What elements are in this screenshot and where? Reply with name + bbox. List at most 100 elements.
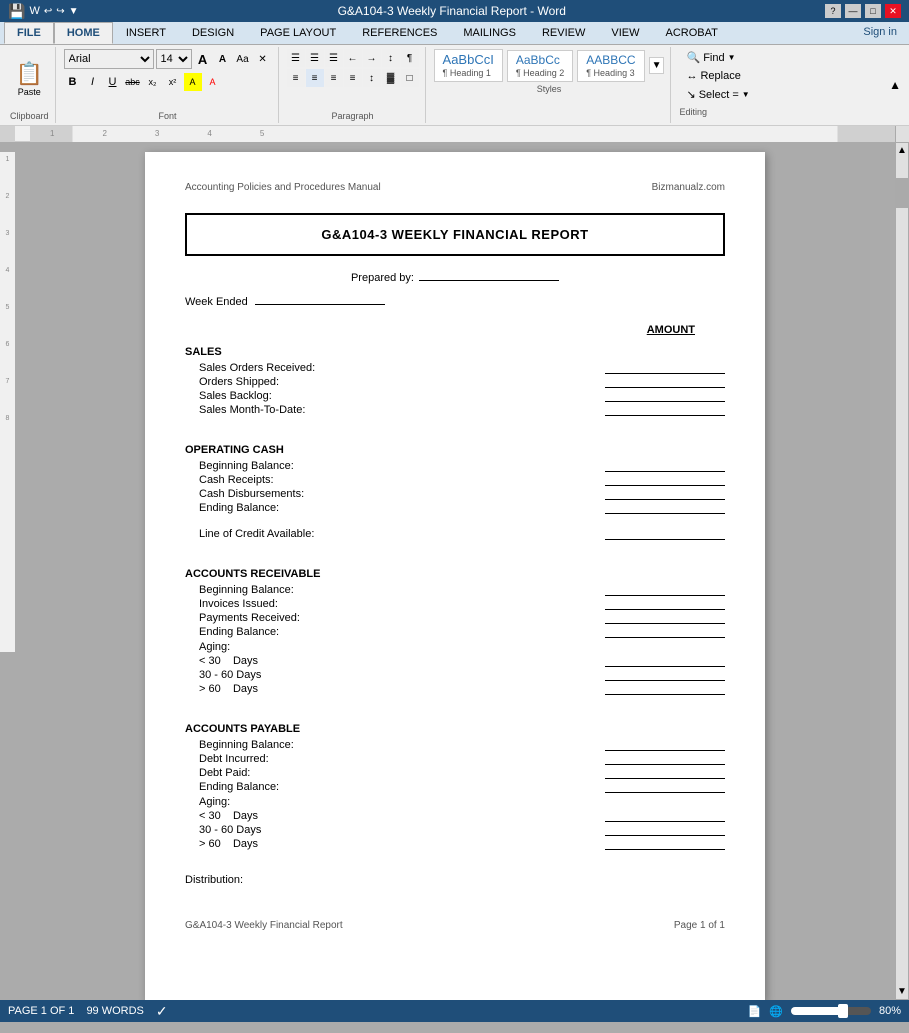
zoom-bar[interactable]: [791, 1007, 871, 1015]
ap-value-4[interactable]: [605, 781, 725, 793]
minimize-button[interactable]: —: [845, 4, 861, 18]
document-page[interactable]: Accounting Policies and Procedures Manua…: [145, 152, 765, 1000]
increase-indent-button[interactable]: →: [363, 49, 381, 67]
ar-aging-value-2[interactable]: [605, 669, 725, 681]
ap-value-2[interactable]: [605, 753, 725, 765]
borders-button[interactable]: □: [401, 69, 419, 87]
prepared-by-field[interactable]: [419, 280, 559, 281]
distribution-line: Distribution:: [185, 874, 725, 886]
find-button[interactable]: 🔍 Find ▼: [679, 49, 756, 66]
styles-expand-button[interactable]: ▼: [649, 57, 665, 74]
sales-value-2[interactable]: [605, 376, 725, 388]
align-center-button[interactable]: ≡: [306, 69, 324, 87]
help-button[interactable]: ?: [825, 4, 841, 18]
window-controls[interactable]: ? — □ ✕: [825, 4, 901, 18]
ar-value-3[interactable]: [605, 612, 725, 624]
numbering-button[interactable]: ☰: [306, 49, 324, 67]
ap-aging-value-2[interactable]: [605, 824, 725, 836]
align-right-button[interactable]: ≡: [325, 69, 343, 87]
ar-aging-label: Aging:: [185, 641, 725, 653]
week-ended-field[interactable]: [255, 304, 385, 305]
decrease-indent-button[interactable]: ←: [344, 49, 362, 67]
underline-button[interactable]: U: [104, 73, 122, 91]
tab-references[interactable]: REFERENCES: [349, 22, 450, 44]
bold-button[interactable]: B: [64, 73, 82, 91]
ar-value-2[interactable]: [605, 598, 725, 610]
subscript-button[interactable]: x₂: [144, 73, 162, 91]
sales-value-1[interactable]: [605, 362, 725, 374]
strikethrough-button[interactable]: abc: [124, 73, 142, 91]
ar-title: ACCOUNTS RECEIVABLE: [185, 568, 725, 580]
bullets-button[interactable]: ☰: [287, 49, 305, 67]
oc-item-1: Beginning Balance:: [185, 460, 725, 472]
tab-mailings[interactable]: MAILINGS: [450, 22, 529, 44]
sales-value-4[interactable]: [605, 404, 725, 416]
font-color-button[interactable]: A: [204, 73, 222, 91]
oc-value-3[interactable]: [605, 488, 725, 500]
oc-value-4[interactable]: [605, 502, 725, 514]
ap-aging-value-1[interactable]: [605, 810, 725, 822]
line-spacing-button[interactable]: ↕: [363, 69, 381, 87]
font-size-select[interactable]: 14: [156, 49, 192, 69]
sales-value-3[interactable]: [605, 390, 725, 402]
change-case-button[interactable]: Aa: [234, 50, 252, 68]
paste-button[interactable]: 📋 Paste: [11, 58, 48, 100]
tab-design[interactable]: DESIGN: [179, 22, 247, 44]
ar-value-4[interactable]: [605, 626, 725, 638]
select-button[interactable]: ↘ Select = ▼: [679, 86, 756, 103]
oc-value-1[interactable]: [605, 460, 725, 472]
ar-aging-value-3[interactable]: [605, 683, 725, 695]
sign-in-link[interactable]: Sign in: [855, 22, 905, 44]
ap-value-3[interactable]: [605, 767, 725, 779]
paragraph-group: ☰ ☰ ☰ ← → ↕ ¶ ≡ ≡ ≡ ≡ ↕ ▓ □ Pa: [281, 47, 426, 123]
italic-button[interactable]: I: [84, 73, 102, 91]
justify-button[interactable]: ≡: [344, 69, 362, 87]
ar-aging-value-1[interactable]: [605, 655, 725, 667]
scroll-down-button[interactable]: ▼: [895, 984, 909, 999]
zoom-thumb[interactable]: [838, 1004, 848, 1018]
sort-button[interactable]: ↕: [382, 49, 400, 67]
ap-value-1[interactable]: [605, 739, 725, 751]
replace-button[interactable]: ↔ Replace: [679, 68, 756, 84]
clipboard-group: 📋 Paste Clipboard: [4, 47, 56, 123]
tab-page-layout[interactable]: PAGE LAYOUT: [247, 22, 349, 44]
tab-file[interactable]: FILE: [4, 22, 54, 44]
ribbon-collapse-button[interactable]: ▲: [885, 47, 905, 123]
multilevel-button[interactable]: ☰: [325, 49, 343, 67]
scroll-up-button[interactable]: ▲: [895, 143, 909, 158]
tab-home[interactable]: HOME: [54, 22, 113, 44]
style-heading1[interactable]: AaBbCcI ¶ Heading 1: [434, 49, 503, 82]
font-shrink-button[interactable]: A: [214, 50, 232, 68]
doc-footer-right: Page 1 of 1: [674, 920, 725, 931]
view-print-icon[interactable]: 📄: [748, 1005, 762, 1018]
close-button[interactable]: ✕: [885, 4, 901, 18]
distribution-label: Distribution:: [185, 874, 243, 886]
style-heading3[interactable]: AABBCC ¶ Heading 3: [577, 50, 644, 82]
oc-value-2[interactable]: [605, 474, 725, 486]
ar-value-1[interactable]: [605, 584, 725, 596]
editing-group: 🔍 Find ▼ ↔ Replace ↘ Select = ▼ Editing: [673, 47, 762, 123]
vertical-scrollbar[interactable]: ▲ ▼: [895, 142, 909, 1000]
font-grow-button[interactable]: A: [194, 50, 212, 68]
tab-review[interactable]: REVIEW: [529, 22, 598, 44]
tab-view[interactable]: VIEW: [598, 22, 652, 44]
show-marks-button[interactable]: ¶: [401, 49, 419, 67]
align-left-button[interactable]: ≡: [287, 69, 305, 87]
tab-insert[interactable]: INSERT: [113, 22, 179, 44]
shading-button[interactable]: ▓: [382, 69, 400, 87]
view-web-icon[interactable]: 🌐: [769, 1005, 783, 1018]
font-family-select[interactable]: Arial: [64, 49, 154, 69]
ap-aging-value-3[interactable]: [605, 838, 725, 850]
style-heading2[interactable]: AaBbCc ¶ Heading 2: [507, 50, 573, 82]
spelling-icon[interactable]: ✓: [156, 1003, 168, 1020]
sales-label-3: Sales Backlog:: [199, 390, 272, 402]
scroll-thumb[interactable]: [896, 178, 908, 208]
text-highlight-button[interactable]: A: [184, 73, 202, 91]
clear-format-button[interactable]: ✕: [254, 50, 272, 68]
superscript-button[interactable]: x²: [164, 73, 182, 91]
tab-acrobat[interactable]: ACROBAT: [652, 22, 730, 44]
oc-value-5[interactable]: [605, 528, 725, 540]
maximize-button[interactable]: □: [865, 4, 881, 18]
select-icon: ↘: [686, 88, 695, 101]
sales-item-3: Sales Backlog:: [185, 390, 725, 402]
